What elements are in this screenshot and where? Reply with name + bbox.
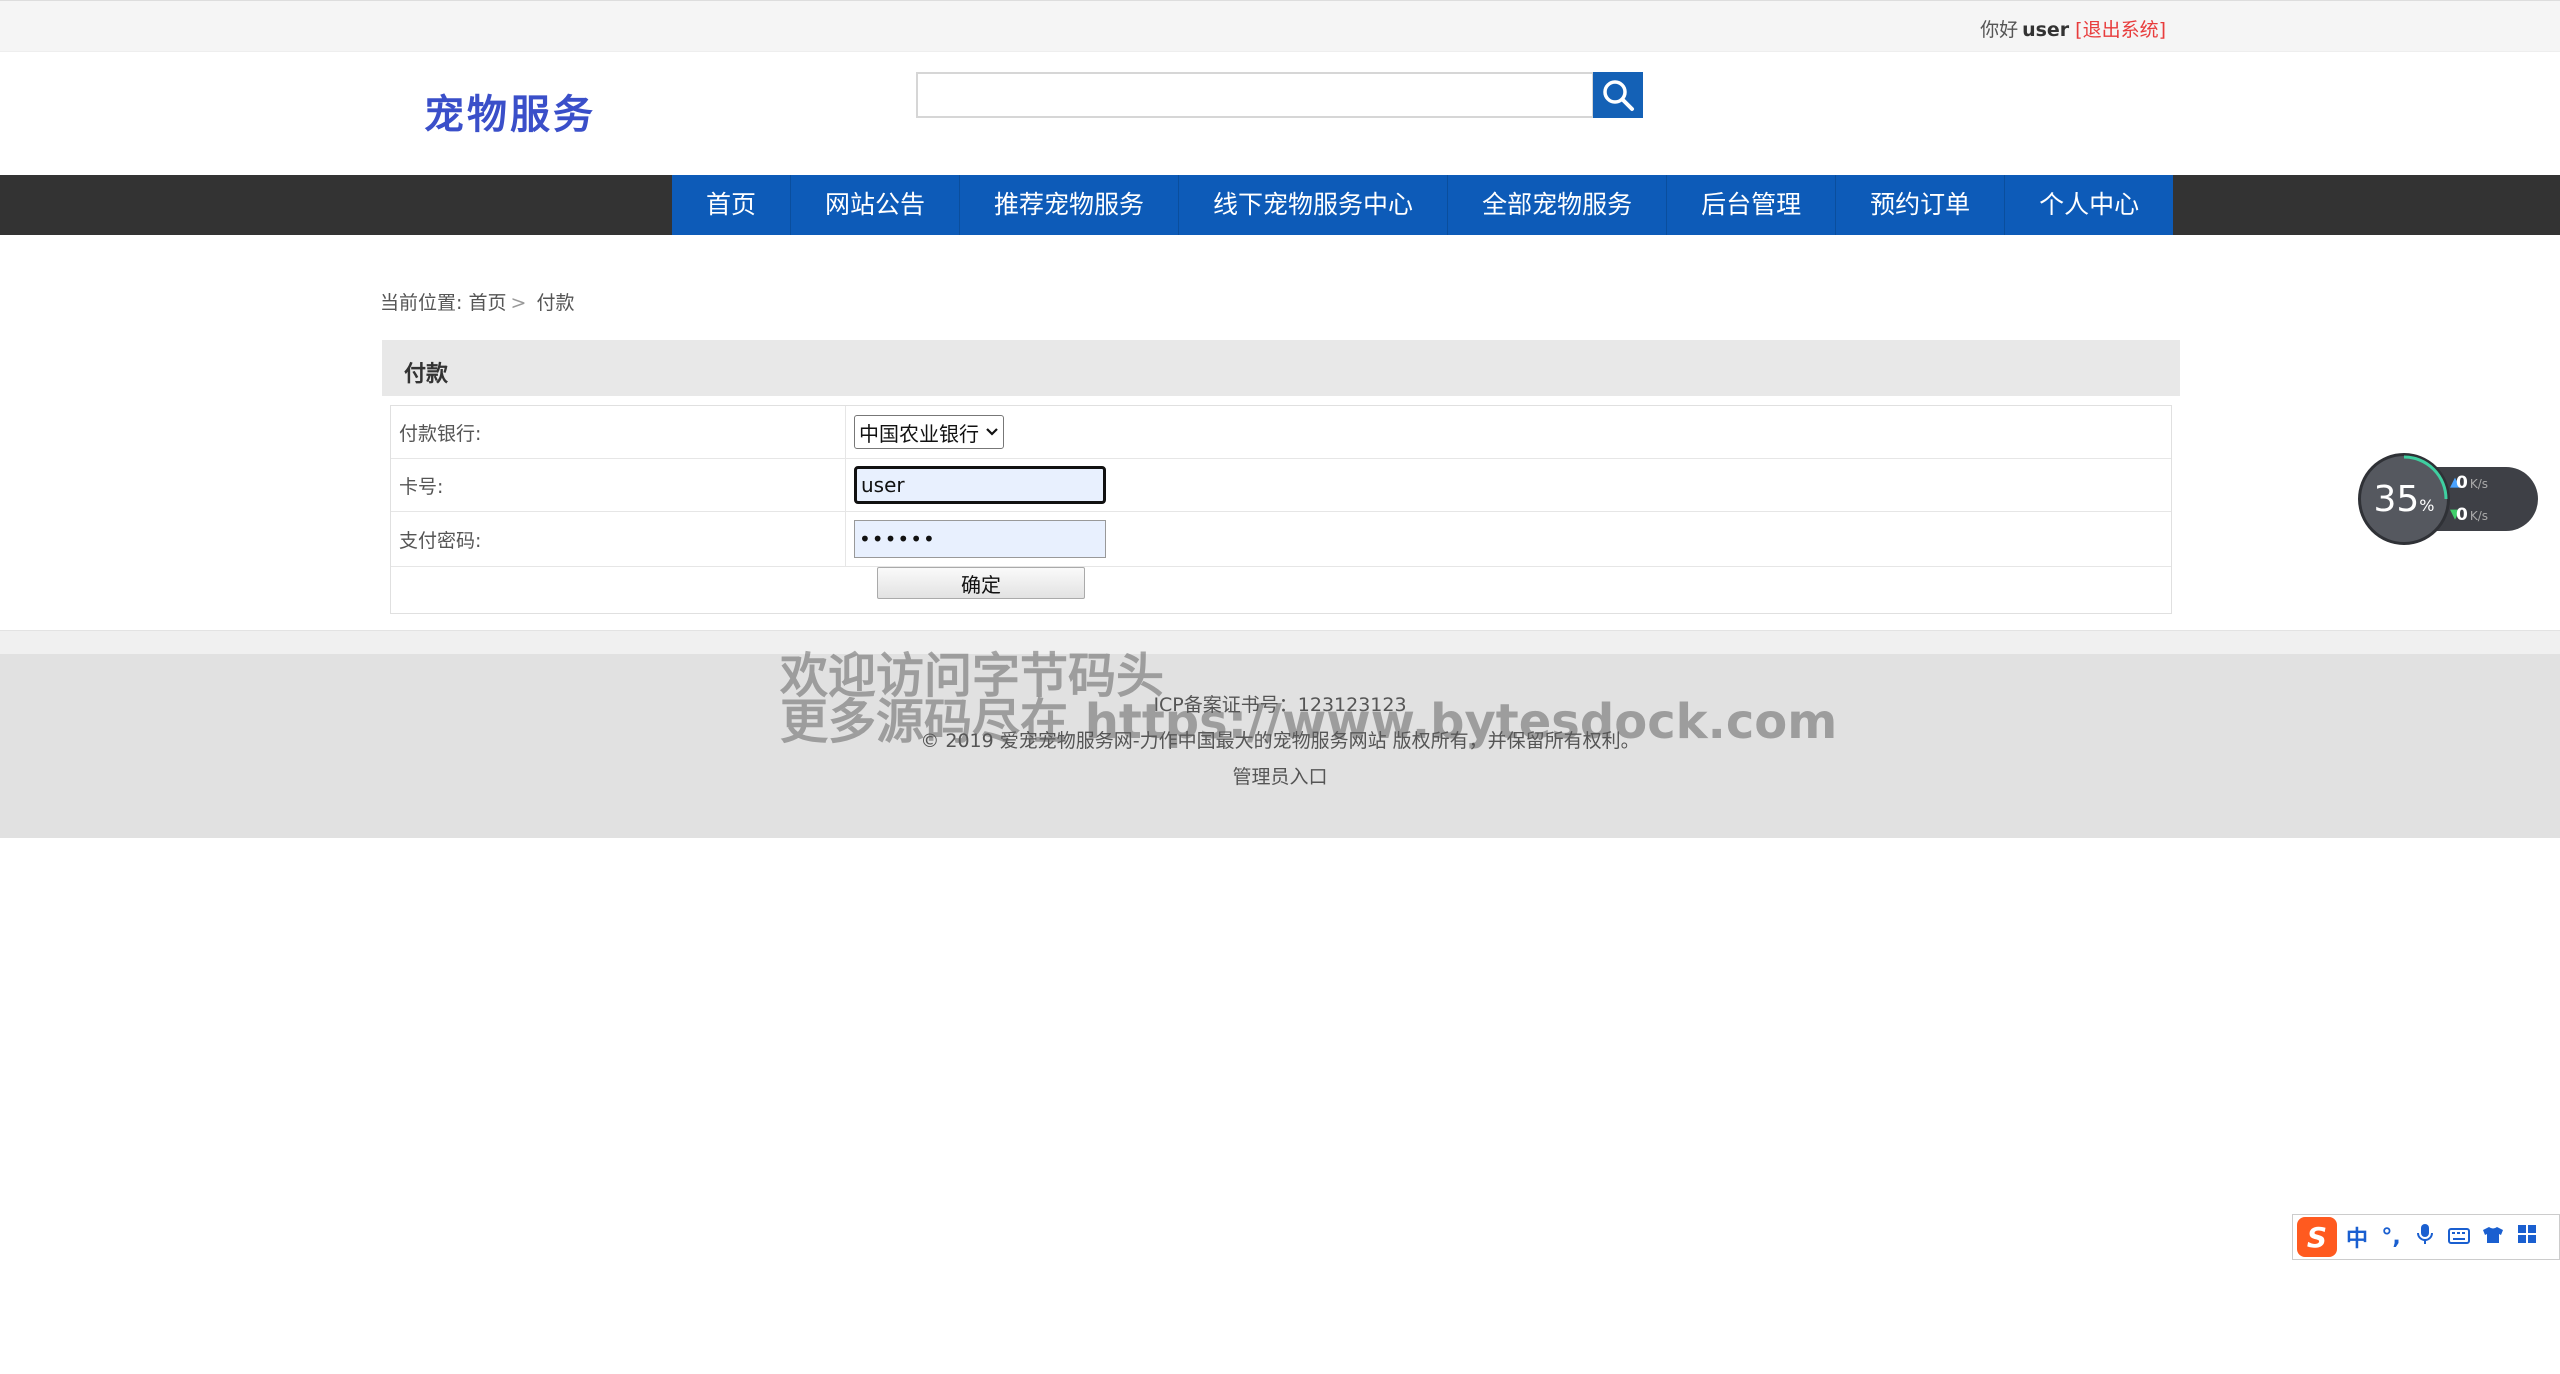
download-rate: 0 K/s (2456, 505, 2489, 525)
password-row: 支付密码: •••••• (391, 512, 2171, 567)
password-label: 支付密码: (391, 512, 846, 566)
card-label: 卡号: (391, 459, 846, 511)
nav-item-orders[interactable]: 预约订单 (1836, 175, 2006, 235)
card-number-input[interactable]: user (854, 466, 1106, 504)
search-button[interactable] (1593, 72, 1643, 118)
breadcrumb: 当前位置: 首页 > 付款 (380, 288, 574, 315)
nav-item-admin[interactable]: 后台管理 (1667, 175, 1837, 235)
usage-ring-icon (2403, 455, 2448, 500)
breadcrumb-current: 付款 (536, 292, 575, 314)
username: user (2022, 19, 2070, 41)
search-icon (1603, 80, 1634, 111)
search-box (916, 72, 1594, 118)
chevron-down-icon (986, 428, 998, 436)
bank-selected-value: 中国农业银行 (859, 421, 979, 446)
breadcrumb-prefix: 当前位置: (380, 292, 463, 314)
skin-icon[interactable] (2479, 1225, 2507, 1250)
payment-form: 付款银行: 中国农业银行 卡号: user 支付密码: •••••• 确定 (390, 405, 2172, 614)
confirm-button[interactable]: 确定 (877, 567, 1085, 599)
card-row: 卡号: user (391, 459, 2171, 512)
upload-rate: 0 K/s (2456, 473, 2489, 493)
network-speed-widget[interactable]: 35% ▲ 0 K/s ▼ 0 K/s (2358, 453, 2538, 545)
submit-row: 确定 (391, 567, 2171, 613)
input-mode-toggle[interactable]: 中 (2343, 1221, 2371, 1253)
password-input[interactable]: •••••• (854, 520, 1106, 558)
greeting-text: 你好 (1980, 19, 2019, 41)
nav-item-recommended[interactable]: 推荐宠物服务 (960, 175, 1180, 235)
watermark-line-2: 更多源码尽在 https://www.bytesdock.com (780, 694, 1838, 750)
bank-label: 付款银行: (391, 406, 846, 458)
microphone-icon[interactable] (2411, 1223, 2439, 1251)
nav-item-home[interactable]: 首页 (672, 175, 792, 235)
sogou-logo-icon[interactable]: S (2297, 1217, 2337, 1257)
bank-select[interactable]: 中国农业银行 (854, 415, 1004, 449)
nav-item-profile[interactable]: 个人中心 (2005, 175, 2173, 235)
logout-link[interactable]: [退出系统] (2075, 19, 2166, 41)
site-logo[interactable]: 宠物服务 (424, 82, 596, 140)
bank-row: 付款银行: 中国农业银行 (391, 406, 2171, 459)
admin-login-link[interactable]: 管理员入口 (1232, 766, 1327, 788)
panel-title: 付款 (404, 362, 449, 387)
footer-divider (0, 630, 2560, 654)
user-greeting: 你好 user [退出系统] (1980, 15, 2166, 42)
ime-toolbar: S 中 °, (2292, 1214, 2560, 1260)
breadcrumb-separator: > (510, 292, 527, 314)
punctuation-toggle[interactable]: °, (2377, 1225, 2405, 1250)
top-bar: 你好 user [退出系统] (0, 0, 2560, 52)
toolbox-icon[interactable] (2513, 1224, 2541, 1250)
search-input[interactable] (918, 74, 1592, 116)
panel-header: 付款 (382, 340, 2180, 396)
main-nav: 首页 网站公告 推荐宠物服务 线下宠物服务中心 全部宠物服务 后台管理 预约订单… (672, 175, 2174, 235)
nav-item-offline-centers[interactable]: 线下宠物服务中心 (1179, 175, 1449, 235)
nav-item-announcements[interactable]: 网站公告 (791, 175, 961, 235)
keyboard-icon[interactable] (2445, 1225, 2473, 1250)
nav-bar: 首页 网站公告 推荐宠物服务 线下宠物服务中心 全部宠物服务 后台管理 预约订单… (0, 175, 2560, 235)
nav-item-all-services[interactable]: 全部宠物服务 (1448, 175, 1668, 235)
breadcrumb-home[interactable]: 首页 (468, 292, 506, 314)
